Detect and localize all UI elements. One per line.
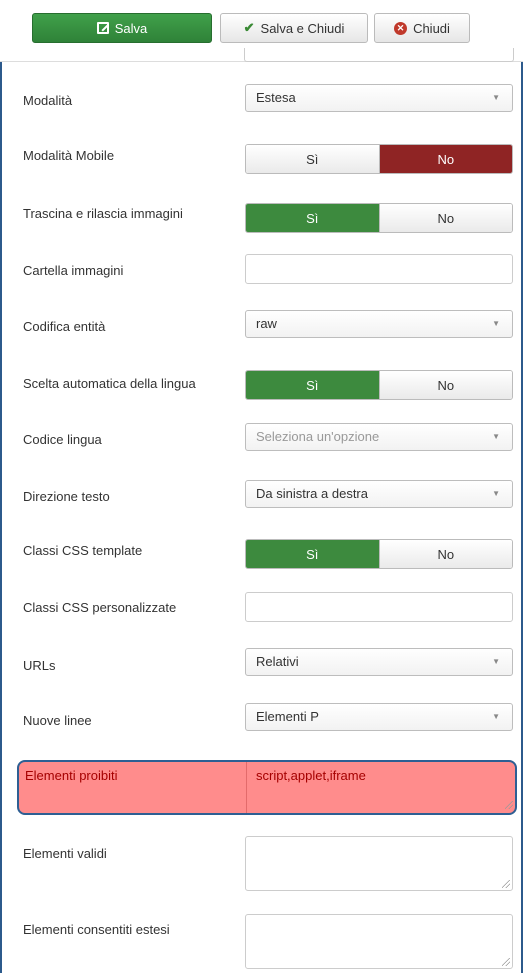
close-button[interactable]: ✕ Chiudi (374, 13, 470, 43)
urls-value: Relativi (256, 654, 299, 669)
codice-lingua-label: Codice lingua (23, 432, 102, 447)
modalita-value: Estesa (256, 90, 296, 105)
codifica-label: Codifica entità (23, 319, 106, 334)
classi-personalizzate-label: Classi CSS personalizzate (23, 600, 177, 615)
chevron-down-icon: ▼ (492, 93, 500, 102)
chevron-down-icon: ▼ (492, 319, 500, 328)
classi-template-label: Classi CSS template (23, 543, 143, 558)
modalita-mobile-yes[interactable]: Sì (246, 145, 379, 173)
elementi-estesi-textarea[interactable] (245, 914, 513, 969)
classi-personalizzate-input[interactable] (245, 592, 513, 622)
chevron-down-icon: ▼ (492, 489, 500, 498)
edit-icon (96, 22, 109, 34)
cartella-label: Cartella immagini (23, 263, 124, 278)
trascina-no[interactable]: No (378, 204, 512, 232)
save-close-label: Salva e Chiudi (260, 20, 345, 36)
modalita-label: Modalità (23, 93, 73, 108)
scelta-lingua-no[interactable]: No (378, 371, 512, 399)
elementi-estesi-label: Elementi consentiti estesi (23, 922, 170, 937)
scelta-lingua-yes[interactable]: Sì (246, 371, 379, 399)
codifica-value: raw (256, 316, 277, 331)
classi-template-toggle: Sì No (245, 539, 513, 569)
modalita-select[interactable]: Estesa ▼ (245, 84, 513, 112)
elementi-proibiti-highlight: Elementi proibiti script,applet,iframe (17, 760, 517, 815)
save-label: Salva (114, 20, 148, 36)
nuove-linee-value: Elementi P (256, 709, 319, 724)
scelta-lingua-label: Scelta automatica della lingua (23, 376, 196, 391)
elementi-proibiti-value: script,applet,iframe (256, 768, 366, 783)
elementi-proibiti-label: Elementi proibiti (25, 768, 118, 783)
direzione-label: Direzione testo (23, 489, 110, 504)
chevron-down-icon: ▼ (492, 712, 500, 721)
scelta-lingua-toggle: Sì No (245, 370, 513, 400)
scrolled-field-edge (244, 48, 514, 62)
resize-handle-icon[interactable] (502, 958, 510, 966)
close-label: Chiudi (413, 20, 450, 36)
elementi-validi-label: Elementi validi (23, 846, 107, 861)
modalita-mobile-label: Modalità Mobile (23, 148, 115, 163)
nuove-linee-label: Nuove linee (23, 713, 92, 728)
codifica-select[interactable]: raw ▼ (245, 310, 513, 338)
trascina-label: Trascina e rilascia immagini (23, 206, 183, 221)
trascina-yes[interactable]: Sì (246, 204, 379, 232)
check-icon: ✔ (243, 20, 255, 35)
codice-lingua-placeholder: Seleziona un'opzione (256, 429, 380, 444)
elementi-proibiti-textarea[interactable]: script,applet,iframe (246, 762, 517, 813)
cartella-input[interactable] (245, 254, 513, 284)
resize-handle-icon[interactable] (505, 801, 513, 809)
codice-lingua-select[interactable]: Seleziona un'opzione ▼ (245, 423, 513, 451)
urls-label: URLs (23, 658, 56, 673)
toolbar: Salva ✔ Salva e Chiudi ✕ Chiudi (0, 0, 523, 62)
elementi-validi-textarea[interactable] (245, 836, 513, 891)
close-icon: ✕ (394, 21, 408, 35)
chevron-down-icon: ▼ (492, 432, 500, 441)
direzione-value: Da sinistra a destra (256, 486, 368, 501)
save-button[interactable]: Salva (32, 13, 212, 43)
classi-template-yes[interactable]: Sì (246, 540, 379, 568)
urls-select[interactable]: Relativi ▼ (245, 648, 513, 676)
trascina-toggle: Sì No (245, 203, 513, 233)
chevron-down-icon: ▼ (492, 657, 500, 666)
modalita-mobile-no[interactable]: No (378, 145, 512, 173)
resize-handle-icon[interactable] (502, 880, 510, 888)
classi-template-no[interactable]: No (378, 540, 512, 568)
save-and-close-button[interactable]: ✔ Salva e Chiudi (220, 13, 368, 43)
direzione-select[interactable]: Da sinistra a destra ▼ (245, 480, 513, 508)
nuove-linee-select[interactable]: Elementi P ▼ (245, 703, 513, 731)
modalita-mobile-toggle: Sì No (245, 144, 513, 174)
